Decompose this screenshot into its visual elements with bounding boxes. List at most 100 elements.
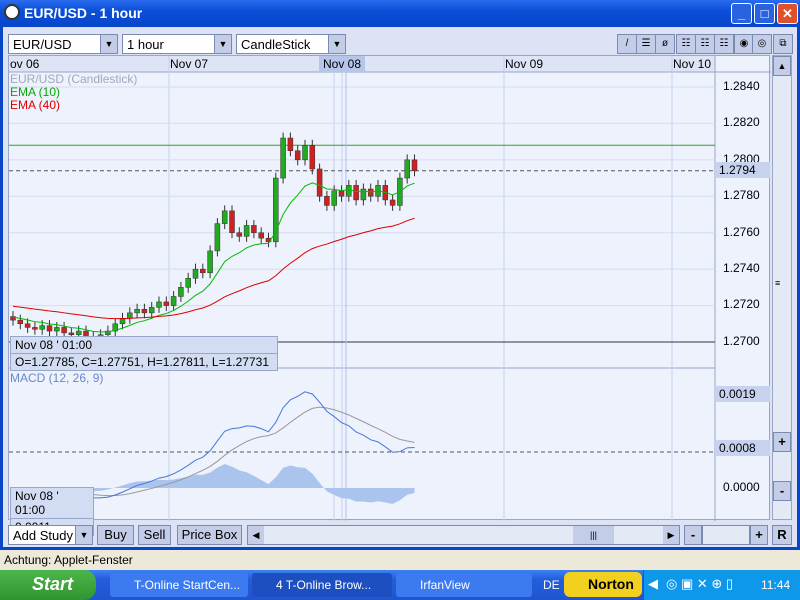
scroll-up-arrow-icon[interactable]: ▲ — [773, 56, 791, 76]
price-label: 1.2780 — [723, 188, 760, 203]
status-bar: Achtung: Applet-Fenster — [0, 550, 800, 570]
candle — [17, 319, 24, 325]
candle — [148, 307, 155, 314]
zoom-out-icon[interactable]: ◎ — [752, 34, 772, 54]
macd-tooltip-date: Nov 08 ' 01:00 — [11, 488, 93, 519]
start-label: Start — [32, 574, 74, 594]
candle — [367, 188, 374, 197]
candle — [32, 327, 38, 330]
grid-style-1-icon[interactable]: ☷ — [676, 34, 696, 54]
chart-type-value: CandleStick — [241, 37, 311, 52]
time-label: Nov 09 — [505, 57, 544, 71]
task-label: T-Online StartCen... — [134, 578, 241, 592]
add-study-select[interactable]: Add Study ▼ — [8, 525, 93, 545]
norton-button[interactable]: Norton — [564, 572, 642, 597]
collapse-panel-minus-icon[interactable]: - — [773, 481, 791, 501]
macd-current-label: 0.0008 — [715, 440, 770, 456]
chart-area[interactable] — [8, 55, 771, 521]
candle — [54, 327, 60, 332]
candle — [68, 332, 75, 335]
candle — [221, 210, 228, 224]
scroll-thumb[interactable]: ||| — [573, 526, 614, 544]
chevron-down-icon: ▼ — [75, 526, 92, 544]
norton-label: Norton — [588, 576, 634, 592]
sell-button[interactable]: Sell — [138, 525, 171, 545]
grid-style-3-icon[interactable]: ☷ — [714, 34, 734, 54]
reset-button[interactable]: R — [772, 525, 792, 545]
candle — [338, 190, 345, 197]
chart-type-select[interactable]: CandleStick ▼ — [236, 34, 346, 54]
zoom-plus-button[interactable]: + — [750, 525, 768, 545]
candle — [134, 308, 140, 314]
candle — [229, 210, 235, 233]
taskbar-item-active[interactable]: 4 T-Online Brow... — [252, 573, 392, 597]
candle — [294, 150, 301, 161]
candle — [411, 159, 418, 172]
legend-ema10: EMA (10) — [10, 85, 61, 99]
task-label: 4 T-Online Brow... — [276, 578, 372, 592]
expand-panel-plus-icon[interactable]: + — [773, 432, 791, 452]
macd-value-label: 0.0019 — [715, 386, 770, 402]
symbol-select[interactable]: EUR/USD ▼ — [8, 34, 118, 54]
time-label: Nov 10 — [673, 57, 712, 71]
candle — [309, 145, 316, 170]
candle — [61, 327, 67, 334]
macd-zero-label: 0.0000 — [723, 480, 760, 494]
candle — [353, 185, 359, 201]
draw-line-tool-icon[interactable]: / — [617, 34, 637, 54]
candle — [251, 225, 257, 233]
taskbar-item[interactable]: IrfanView — [396, 573, 532, 597]
candle — [258, 232, 264, 239]
scroll-left-arrow-icon[interactable]: ◀ — [248, 526, 264, 544]
tray-expand-icon[interactable]: ◀ — [648, 576, 658, 592]
candle — [156, 301, 162, 308]
add-study-label: Add Study — [13, 528, 73, 543]
buy-button[interactable]: Buy — [97, 525, 134, 545]
chevron-down-icon: ▼ — [214, 35, 231, 53]
delete-drawing-tool-icon[interactable]: ø — [655, 34, 675, 54]
price-label: 1.2820 — [723, 115, 760, 130]
zoom-minus-button[interactable]: - — [684, 525, 702, 545]
scroll-right-arrow-icon[interactable]: ▶ — [663, 526, 679, 544]
candle — [200, 268, 206, 274]
current-price-label: 1.2794 — [715, 162, 770, 178]
candle — [236, 232, 243, 237]
vertical-scrollbar[interactable]: ▲ ≡ + - — [772, 55, 792, 520]
zoom-in-icon[interactable]: ◉ — [734, 34, 754, 54]
time-label: ov 06 — [10, 57, 40, 71]
close-button[interactable]: ✕ — [777, 3, 798, 24]
zoom-slider[interactable] — [702, 525, 750, 545]
price-label: 1.2700 — [723, 333, 760, 348]
candle — [389, 199, 396, 206]
candle — [346, 185, 352, 197]
grid-style-2-icon[interactable]: ☷ — [695, 34, 715, 54]
maximize-button[interactable]: □ — [754, 3, 775, 24]
minimize-button[interactable]: _ — [731, 3, 752, 24]
period-select[interactable]: 1 hour ▼ — [122, 34, 232, 54]
legend-ema40: EMA (40) — [10, 98, 61, 112]
language-indicator[interactable]: DE — [543, 578, 560, 592]
taskbar-item[interactable]: T-Online StartCen... — [110, 573, 248, 597]
window-title: EUR/USD - 1 hour — [24, 5, 143, 21]
candle — [141, 308, 148, 314]
price-label: 1.2720 — [723, 297, 760, 312]
candle — [302, 145, 308, 161]
time-label: Nov 07 — [170, 57, 209, 71]
candle — [207, 250, 213, 274]
candle — [170, 296, 177, 306]
chevron-down-icon: ▼ — [100, 35, 117, 53]
price-label: 1.2840 — [723, 79, 760, 93]
horizontal-line-tool-icon[interactable]: ☰ — [636, 34, 656, 54]
detach-window-icon[interactable]: ⧉ — [773, 34, 793, 54]
price-box-button[interactable]: Price Box — [177, 525, 242, 545]
start-button[interactable]: Start — [0, 570, 96, 600]
chevron-down-icon: ▼ — [328, 35, 345, 53]
candle — [75, 330, 82, 335]
symbol-value: EUR/USD — [13, 37, 72, 52]
candle — [24, 323, 31, 328]
horizontal-scrollbar[interactable]: ◀ ||| ▶ — [247, 525, 680, 545]
system-tray: ◀ ◎ ▣ ✕ ⊕ ▯ 11:44 — [643, 570, 800, 600]
candle — [324, 196, 330, 206]
tray-icons[interactable]: ◎ ▣ ✕ ⊕ ▯ — [666, 576, 733, 592]
scroll-thumb[interactable]: ≡ — [775, 278, 780, 288]
